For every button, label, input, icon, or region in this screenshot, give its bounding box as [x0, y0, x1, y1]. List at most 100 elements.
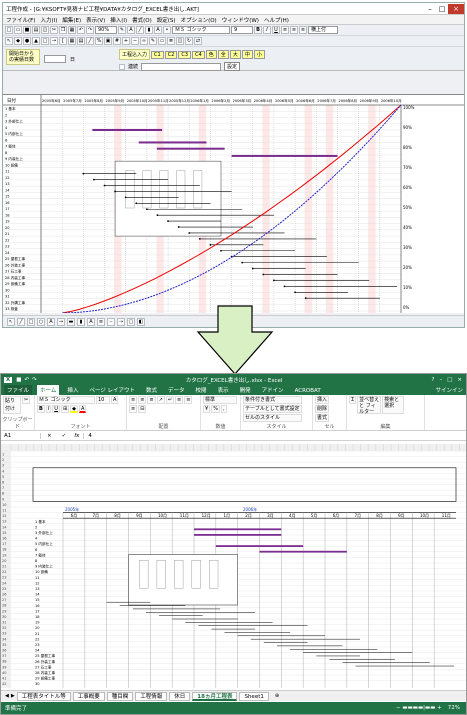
paste-button[interactable]: 貼り付け	[3, 396, 21, 414]
3d-icon[interactable]: ◧	[137, 317, 145, 326]
cut-icon[interactable]: ✂	[50, 26, 58, 34]
tab-formulas[interactable]: 数式	[143, 385, 160, 395]
sort-filter-button[interactable]: 並べ替えと フィルター	[357, 396, 382, 415]
sheet-tab-holidays[interactable]: 休日	[169, 691, 191, 701]
font-size-select[interactable]: 9	[231, 26, 253, 34]
font-color2-icon[interactable]: A	[87, 317, 95, 326]
font-color-icon[interactable]: A	[154, 26, 162, 34]
tab-review[interactable]: 校閲	[193, 385, 210, 395]
prev-sheet-icon[interactable]: ◀	[5, 693, 9, 699]
help-icon[interactable]: ?	[432, 377, 435, 383]
kouki-btn-small[interactable]: 小	[253, 50, 265, 59]
kouki-select[interactable]	[141, 62, 222, 71]
excel-close-icon[interactable]: ×	[457, 377, 462, 383]
cancel-icon[interactable]: ×	[41, 433, 58, 439]
autosum-icon[interactable]: Σ	[349, 396, 357, 404]
image-icon[interactable]: ▣	[104, 37, 112, 45]
fill-color-icon[interactable]: ▮	[77, 317, 85, 326]
copy-icon[interactable]: ❐	[59, 26, 67, 34]
cut-icon[interactable]: ✂	[22, 396, 31, 404]
format-as-table-button[interactable]: テーブルとして書式設定	[243, 405, 302, 413]
kouki-btn-c3[interactable]: C3	[178, 50, 192, 59]
text-align-select[interactable]: 横上付	[308, 26, 338, 34]
zoom-out-icon[interactable]: −	[131, 37, 139, 45]
qat-save-icon[interactable]: ■	[16, 377, 21, 383]
text-box-icon[interactable]: A	[47, 317, 55, 326]
link-icon[interactable]: ∞	[140, 37, 148, 45]
grow-font-icon[interactable]: A	[111, 396, 119, 404]
tab-acrobat[interactable]: ACROBAT	[292, 387, 324, 395]
tab-insert[interactable]: 挿入	[64, 385, 81, 395]
gantt-chart-area[interactable]: 日付 2005年6月 2005年7月 2005年8月 2005年9月 2005年10月 20…	[3, 94, 464, 314]
shadow-icon[interactable]: ▢	[127, 317, 135, 326]
arrow-line-icon[interactable]: →	[50, 37, 58, 45]
pen-icon[interactable]: ✎	[149, 37, 157, 45]
line-draw-icon[interactable]: ╱	[17, 317, 25, 326]
find-select-button[interactable]: 検索と 選択	[382, 396, 405, 414]
sheet-tab-items[interactable]: 種目欄	[106, 691, 134, 701]
enter-icon[interactable]: ✓	[58, 433, 71, 439]
draw-icon[interactable]: ✎	[118, 26, 126, 34]
ellipse-icon[interactable]: ○	[37, 317, 45, 326]
bold-icon[interactable]: B	[254, 26, 262, 34]
underline-icon[interactable]: U	[272, 26, 280, 34]
dash-style-icon[interactable]: ┄	[107, 317, 115, 326]
kouki-btn-large[interactable]: 大	[229, 50, 241, 59]
bracket-icon[interactable]: [	[59, 37, 67, 45]
eraser-icon[interactable]: ▭	[158, 37, 166, 45]
rectangle-icon[interactable]: □	[41, 37, 49, 45]
redo-icon[interactable]: ↷	[86, 26, 94, 34]
percent-icon[interactable]: %	[95, 37, 103, 45]
comma-icon[interactable]: ,	[220, 405, 227, 413]
align-middle-icon[interactable]: ≡	[138, 396, 147, 404]
tab-view[interactable]: 表示	[215, 385, 232, 395]
align-left-icon[interactable]: ≡	[281, 26, 289, 34]
line-color-icon[interactable]: ▬	[67, 317, 75, 326]
chart-icon[interactable]: ╱	[86, 37, 94, 45]
select-arrow-icon[interactable]: ↖	[5, 37, 13, 45]
menu-window[interactable]: ウィンドウ(W)	[222, 16, 259, 24]
name-box[interactable]: A1	[1, 432, 41, 439]
line-style-icon[interactable]: ≡	[97, 317, 105, 326]
zoom-select[interactable]: 90%	[95, 26, 117, 34]
sheet-tab-sheet1[interactable]: Sheet1	[239, 691, 269, 701]
flip-icon[interactable]: ⇄	[194, 37, 202, 45]
italic-icon[interactable]: I	[263, 26, 271, 34]
kouki-btn-all[interactable]: 全	[217, 50, 229, 59]
menu-settings[interactable]: 設定(S)	[157, 16, 176, 24]
align-left2-icon[interactable]: ≡	[175, 396, 184, 404]
number-format-box[interactable]: 標準	[203, 396, 237, 404]
font-color-button-icon[interactable]: A	[79, 405, 87, 413]
align-right-icon[interactable]: ≡	[299, 26, 307, 34]
bold-button-icon[interactable]: B	[37, 405, 45, 413]
menu-view[interactable]: 表示(V)	[86, 16, 105, 24]
tab-developer[interactable]: 開発	[237, 385, 254, 395]
excel-maximize-icon[interactable]: □	[447, 377, 452, 383]
settei-button[interactable]: 設定	[224, 62, 241, 71]
tab-addins[interactable]: アドイン	[259, 385, 287, 395]
select-icon[interactable]: ↖	[7, 317, 15, 326]
excel-minimize-icon[interactable]: –	[439, 377, 442, 383]
undo-icon[interactable]: ↶	[77, 26, 85, 34]
zoom-slider[interactable]: − ▬▬▬▬|▬▬ +	[396, 705, 442, 711]
kouki-btn-c4[interactable]: C4	[192, 50, 205, 59]
filter-days-input[interactable]	[44, 55, 66, 63]
percent-style-icon[interactable]: %	[211, 405, 220, 413]
menu-file[interactable]: ファイル(F)	[6, 16, 35, 24]
align-bottom-icon[interactable]: ≡	[147, 396, 156, 404]
zoom-in-icon[interactable]: +	[122, 37, 130, 45]
paste-icon[interactable]: ▦	[68, 26, 76, 34]
delete-cells-button[interactable]: 削除	[315, 405, 330, 413]
fill-button-icon[interactable]: ◆	[70, 405, 79, 413]
save-icon[interactable]: ■	[23, 26, 31, 34]
align-right2-icon[interactable]: ≡	[129, 405, 138, 413]
conditional-format-button[interactable]: 条件付き書式	[243, 396, 302, 404]
arrow-draw-icon[interactable]: →	[57, 317, 65, 326]
align-center-icon[interactable]: ≡	[290, 26, 298, 34]
signin-link[interactable]: サインイン	[432, 385, 466, 395]
qat-undo-icon[interactable]: ↶	[24, 377, 29, 383]
tab-file[interactable]: ファイル	[4, 385, 33, 395]
new-file-icon[interactable]: □	[5, 26, 13, 34]
menu-help[interactable]: ヘルプ(H)	[264, 16, 289, 24]
orientation-icon[interactable]: ↗	[156, 396, 165, 404]
